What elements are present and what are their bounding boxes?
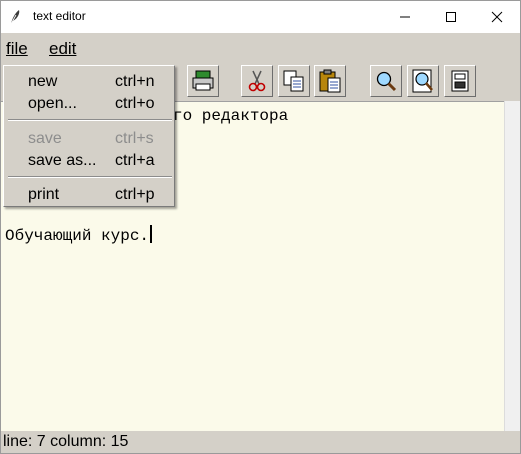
paste-icon — [319, 69, 341, 93]
save-as-icon — [451, 70, 469, 92]
close-button[interactable] — [474, 1, 520, 33]
print-button[interactable] — [187, 65, 219, 97]
text-line-content: Обучающий курс. — [5, 227, 150, 245]
menu-item-accelerator: ctrl+n — [115, 73, 155, 90]
menu-item-open[interactable]: open... ctrl+o — [4, 92, 174, 118]
menu-edit[interactable]: edit — [49, 39, 76, 59]
menu-separator — [8, 176, 172, 178]
find-icon — [376, 71, 397, 92]
text-line: го редактора — [173, 107, 289, 125]
menu-item-label: new — [28, 73, 58, 90]
menu-bar: file edit — [1, 33, 520, 63]
menu-item-accelerator: ctrl+a — [115, 152, 155, 169]
menu-item-label: open... — [28, 95, 77, 112]
menu-separator — [8, 119, 172, 121]
find-button[interactable] — [370, 65, 402, 97]
menu-item-accelerator: ctrl+o — [115, 95, 155, 112]
menu-item-save-as[interactable]: save as... ctrl+a — [4, 149, 174, 175]
menu-item-label: save — [28, 130, 62, 147]
maximize-icon — [446, 12, 456, 22]
zoom-icon — [412, 69, 433, 93]
vertical-scrollbar[interactable] — [504, 101, 520, 431]
zoom-button[interactable] — [407, 65, 439, 97]
cut-icon — [248, 70, 266, 92]
minimize-icon — [400, 16, 410, 18]
text-line: Обучающий курс. — [5, 225, 153, 245]
text-caret — [150, 225, 153, 243]
status-bar: line: 7 column: 15 — [1, 431, 520, 453]
menu-item-accelerator: ctrl+s — [115, 130, 154, 147]
paste-button[interactable] — [314, 65, 346, 97]
window-title: text editor — [33, 9, 86, 23]
copy-icon — [283, 70, 304, 92]
minimize-button[interactable] — [382, 1, 428, 33]
menu-item-label: print — [28, 186, 60, 203]
file-menu-dropdown: new ctrl+n open... ctrl+o save ctrl+s sa… — [3, 65, 175, 207]
menu-item-accelerator: ctrl+p — [115, 186, 155, 203]
save-as-button[interactable] — [444, 65, 476, 97]
menu-file[interactable]: file — [6, 39, 28, 59]
print-icon — [192, 70, 214, 91]
app-window: text editor file edit го редактора Обуча… — [0, 0, 521, 454]
copy-button[interactable] — [278, 65, 310, 97]
feather-icon — [7, 9, 23, 25]
menu-item-label: save as... — [28, 152, 97, 169]
menu-item-print[interactable]: print ctrl+p — [4, 183, 174, 209]
close-icon — [491, 11, 503, 23]
cut-button[interactable] — [241, 65, 273, 97]
maximize-button[interactable] — [428, 1, 474, 33]
status-text: line: 7 column: 15 — [3, 433, 129, 450]
title-bar[interactable]: text editor — [1, 1, 520, 33]
